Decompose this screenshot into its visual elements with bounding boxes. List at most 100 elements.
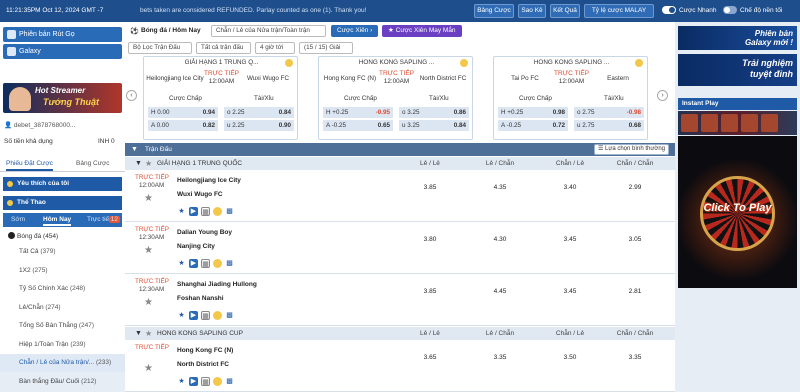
star-icon[interactable]: ★ [177,377,186,386]
handicap-odds-cell[interactable]: A 0.00 0.82 [148,120,218,131]
handicap-odds-cell[interactable]: H +0.25 -0.95 [323,107,393,118]
favorite-star-icon[interactable]: ★ [144,297,153,308]
odds-cell[interactable]: 3.65 [400,354,460,361]
live-tv-icon[interactable]: ▶ [189,311,198,320]
stats-table-icon[interactable]: ▦ [201,207,210,216]
market-type-dropdown[interactable]: Chẵn / Lẻ của Nửa trận/Toàn trận [211,25,326,37]
odds-cell[interactable]: 2.81 [605,288,665,295]
favorite-star-icon[interactable]: ★ [144,193,153,204]
compact-version-button[interactable]: Phiên bản Rút Gọ [3,27,122,42]
over-under-odds-cell[interactable]: o 2.75 -0.98 [574,107,644,118]
tab-early[interactable]: Sớm [11,216,25,223]
odds-cell[interactable]: 3.50 [540,354,600,361]
parlay-button[interactable]: Cược Xiên › [331,25,379,37]
dark-mode-toggle[interactable] [723,6,737,14]
star-icon[interactable]: ★ [177,311,186,320]
game-thumb-icon[interactable] [721,114,738,132]
star-icon[interactable]: ★ [177,207,186,216]
handicap-odds-cell[interactable]: H +0.25 0.98 [498,107,568,118]
sort-dropdown[interactable]: ☰ Lựa chọn bình thường [593,144,669,155]
odds-cell[interactable]: 4.30 [470,236,530,243]
league-count-dropdown[interactable]: (15 / 15) Giải [299,42,353,54]
stats-table-icon[interactable]: ▦ [201,377,210,386]
star-icon[interactable]: ★ [145,327,152,340]
history-button[interactable]: Sao Kê [518,4,546,18]
favorites-header[interactable]: Yêu thích của tôi [3,177,122,191]
match-filter-dropdown[interactable]: Bộ Lọc Trận Đấu [128,42,192,54]
handicap-odds-cell[interactable]: H 0.00 0.94 [148,107,218,118]
tab-today[interactable]: Hôm Nay [43,216,72,226]
odds-cell[interactable]: 3.85 [400,288,460,295]
live-tv-icon[interactable]: ▶ [189,377,198,386]
market-menu-item[interactable]: Chẵn / Lẻ của Nửa trận/... (233) [0,354,125,372]
lucky-parlay-button[interactable]: ★ Cược Xiên May Mắn [382,25,462,37]
game-thumb-icon[interactable] [741,114,758,132]
roulette-banner[interactable]: Click To Play [678,136,797,288]
bar-chart-icon[interactable]: ▩ [225,311,234,320]
handicap-odds-cell[interactable]: A -0.25 0.72 [498,120,568,131]
stats-table-icon[interactable]: ▦ [201,311,210,320]
market-menu-item[interactable]: Tỷ Số Chính Xác (248) [0,280,125,298]
odds-cell[interactable]: 3.35 [605,354,665,361]
live-tv-icon[interactable]: ▶ [189,207,198,216]
star-icon[interactable]: ★ [177,259,186,268]
featured-match-card[interactable]: GIẢI HẠNG 1 TRUNG Q... TRỰC TIẾP 12:00AM… [143,56,298,140]
market-menu-item[interactable]: Bàn thắng Đầu/ Cuối (212) [0,373,125,391]
tab-bet-list[interactable]: Bảng Cược [76,160,110,167]
bar-chart-icon[interactable]: ▩ [225,259,234,268]
over-under-odds-cell[interactable]: u 3.25 0.84 [399,120,469,131]
time-range-dropdown[interactable]: 4 giờ tới [255,42,295,54]
odds-cell[interactable]: 2.99 [605,184,665,191]
league-header[interactable]: ▼ ★ GIẢI HẠNG 1 TRUNG QUỐC Lẻ / Lẻ Lẻ / Ch… [125,157,675,170]
odds-type-dropdown[interactable]: Tỷ lệ cược MALAY [584,4,654,18]
over-under-odds-cell[interactable]: o 3.25 0.86 [399,107,469,118]
odds-cell[interactable]: 3.45 [540,288,600,295]
odds-cell[interactable]: 3.40 [540,184,600,191]
game-thumbnails[interactable] [678,111,797,135]
collapse-icon[interactable]: ▼ [135,157,142,170]
tab-bet-slip[interactable]: Phiếu Đặt Cược [6,160,53,171]
over-under-odds-cell[interactable]: u 2.25 0.90 [224,120,294,131]
star-icon[interactable]: ★ [145,157,152,170]
soccer-category[interactable]: Bóng đá (454) [8,232,58,240]
bar-chart-icon[interactable]: ▩ [225,207,234,216]
game-thumb-icon[interactable] [681,114,698,132]
market-menu-item[interactable]: Lẻ/Chẵn (274) [0,299,125,317]
favorite-star-icon[interactable]: ★ [144,363,153,374]
game-thumb-icon[interactable] [761,114,778,132]
market-menu-item[interactable]: Hiệp 1/Toàn Trận (239) [0,336,125,354]
carousel-next-button[interactable]: › [657,90,668,101]
league-header[interactable]: ▼ ★ HONG KONG SAPLING CUP Lẻ / Lẻ Lẻ / Chẵ… [125,327,675,340]
collapse-icon[interactable]: ▼ [135,327,142,340]
statement-button[interactable]: Bảng Cược [474,4,514,18]
game-thumb-icon[interactable] [701,114,718,132]
market-menu-item[interactable]: Tất Cả (379) [0,243,125,261]
odds-cell[interactable]: 3.45 [540,236,600,243]
featured-match-card[interactable]: HONG KONG SAPLING ... TRỰC TIẾP 12:00AM … [493,56,648,140]
live-tv-icon[interactable]: ▶ [189,259,198,268]
featured-match-card[interactable]: HONG KONG SAPLING ... TRỰC TIẾP 12:00AM … [318,56,473,140]
over-under-odds-cell[interactable]: o 2.25 0.84 [224,107,294,118]
experience-banner[interactable]: Trải nghiệm tuyệt đỉnh [678,54,797,86]
coin-icon[interactable] [213,207,222,216]
favorite-star-icon[interactable]: ★ [144,245,153,256]
coin-icon[interactable] [213,311,222,320]
bar-chart-icon[interactable]: ▩ [225,377,234,386]
sports-header[interactable]: Thể Thao [3,196,122,210]
market-menu-item[interactable]: 1X2 (275) [0,262,125,280]
odds-cell[interactable]: 3.80 [400,236,460,243]
odds-cell[interactable]: 4.45 [470,288,530,295]
hot-streamer-banner[interactable]: Hot Streamer Tướng Thuật [3,83,122,113]
handicap-odds-cell[interactable]: A -0.25 0.65 [323,120,393,131]
odds-cell[interactable]: 3.05 [605,236,665,243]
market-menu-item[interactable]: Tổng Số Bàn Thắng (247) [0,317,125,335]
odds-cell[interactable]: 4.35 [470,184,530,191]
over-under-odds-cell[interactable]: u 2.75 0.68 [574,120,644,131]
fast-bet-toggle[interactable] [662,6,676,14]
coin-icon[interactable] [213,377,222,386]
carousel-prev-button[interactable]: ‹ [126,90,137,101]
galaxy-version-button[interactable]: Galaxy [3,44,122,59]
odds-cell[interactable]: 3.35 [470,354,530,361]
odds-cell[interactable]: 3.85 [400,184,460,191]
collapse-icon[interactable]: ▼ [131,143,138,156]
